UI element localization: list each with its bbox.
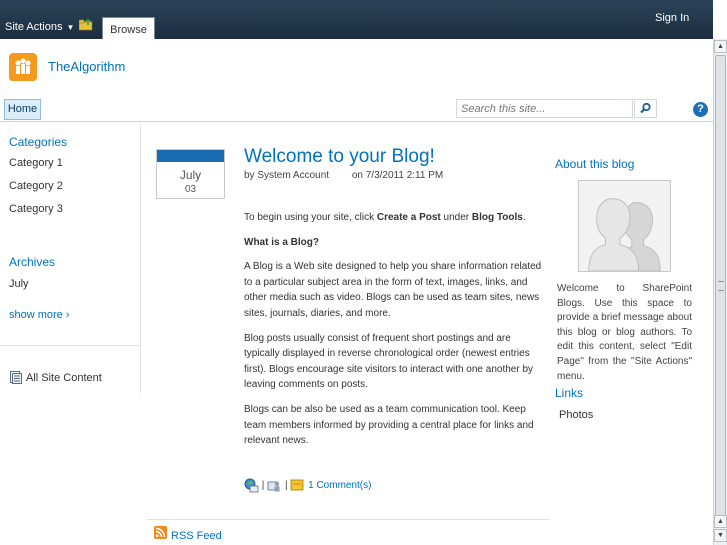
archives-heading[interactable]: Archives	[9, 255, 55, 269]
post-text: under	[440, 212, 472, 223]
about-heading: About this blog	[555, 157, 635, 171]
post-actions: | | 1 Comment(s)	[244, 478, 371, 493]
action-separator: |	[284, 480, 288, 492]
navigate-up-icon[interactable]	[79, 19, 93, 31]
create-post-text: Create a Post	[376, 212, 441, 223]
grip-icon	[718, 281, 724, 291]
tab-browse[interactable]: Browse	[102, 17, 155, 39]
users-icon[interactable]	[267, 478, 282, 493]
comments-link[interactable]: 1 Comment(s)	[308, 480, 371, 491]
search-button[interactable]	[634, 99, 657, 118]
post-body: To begin using your site, click Create a…	[244, 210, 549, 458]
search-icon	[640, 102, 651, 114]
post-text: .	[522, 212, 526, 223]
leftnav-divider	[0, 345, 141, 346]
category-item[interactable]: Category 2	[9, 180, 63, 192]
post-date-badge: July 03	[156, 149, 225, 199]
document-list-icon	[10, 371, 22, 384]
email-link-icon[interactable]	[244, 478, 259, 493]
post-day: 03	[184, 184, 197, 195]
categories-heading[interactable]: Categories	[9, 135, 67, 149]
action-separator: |	[261, 480, 265, 492]
avatar	[578, 180, 671, 272]
links-heading[interactable]: Links	[555, 386, 583, 400]
site-actions-menu[interactable]: Site Actions ▼	[5, 21, 74, 33]
about-blog-text: Welcome to SharePoint Blogs. Use this sp…	[557, 283, 692, 382]
rss-icon[interactable]	[154, 526, 167, 539]
post-author[interactable]: System Account	[257, 170, 329, 181]
category-item[interactable]: Category 1	[9, 157, 63, 169]
post-paragraph: To begin using your site, click Create a…	[244, 210, 549, 226]
tab-home[interactable]: Home	[4, 99, 41, 120]
ribbon-bar: Site Actions ▼ Browse Sign In	[0, 0, 713, 39]
people-logo-icon[interactable]	[9, 53, 37, 81]
rss-feed-link[interactable]: RSS Feed	[171, 530, 222, 542]
scroll-up-small-icon[interactable]: ▲	[714, 515, 727, 528]
category-item[interactable]: Category 3	[9, 203, 63, 215]
show-more-link[interactable]: show more ›	[9, 309, 70, 321]
date-bar	[157, 150, 224, 162]
top-navigation: Home	[0, 98, 713, 122]
blog-tools-text: Blog Tools	[471, 212, 523, 223]
comment-icon[interactable]	[290, 478, 305, 493]
post-paragraph: Blogs can be also be used as a team comm…	[244, 403, 534, 447]
post-title[interactable]: Welcome to your Blog!	[244, 146, 435, 168]
help-icon[interactable]: ?	[693, 102, 708, 117]
scroll-thumb[interactable]	[715, 55, 726, 523]
post-question: What is a Blog?	[244, 236, 319, 248]
post-date: on 7/3/2011 2:11 PM	[351, 170, 444, 181]
sign-in-link[interactable]: Sign In	[655, 12, 689, 24]
all-site-content-link[interactable]: All Site Content	[26, 372, 102, 384]
vertical-scrollbar[interactable]: ▲ ▲ ▼	[713, 39, 727, 545]
post-by: by	[244, 170, 255, 181]
post-paragraph: A Blog is a Web site designed to help yo…	[244, 261, 542, 319]
site-actions-label: Site Actions	[5, 21, 63, 33]
chevron-down-icon: ▼	[66, 23, 75, 32]
post-paragraph: What is a Blog?	[244, 235, 549, 251]
archive-item[interactable]: July	[9, 278, 29, 290]
post-text: To begin using your site, click	[244, 212, 377, 223]
link-item-photos[interactable]: Photos	[559, 409, 593, 421]
post-paragraph: Blog posts usually consist of frequent s…	[244, 332, 534, 391]
post-meta: by System Account on 7/3/2011 2:11 PM	[244, 170, 443, 181]
scroll-down-icon[interactable]: ▼	[714, 529, 727, 542]
post-divider	[146, 519, 550, 520]
search-input[interactable]	[456, 99, 633, 118]
post-month: July	[179, 168, 202, 182]
scroll-up-icon[interactable]: ▲	[714, 40, 727, 53]
site-title[interactable]: TheAlgorithm	[48, 59, 125, 74]
